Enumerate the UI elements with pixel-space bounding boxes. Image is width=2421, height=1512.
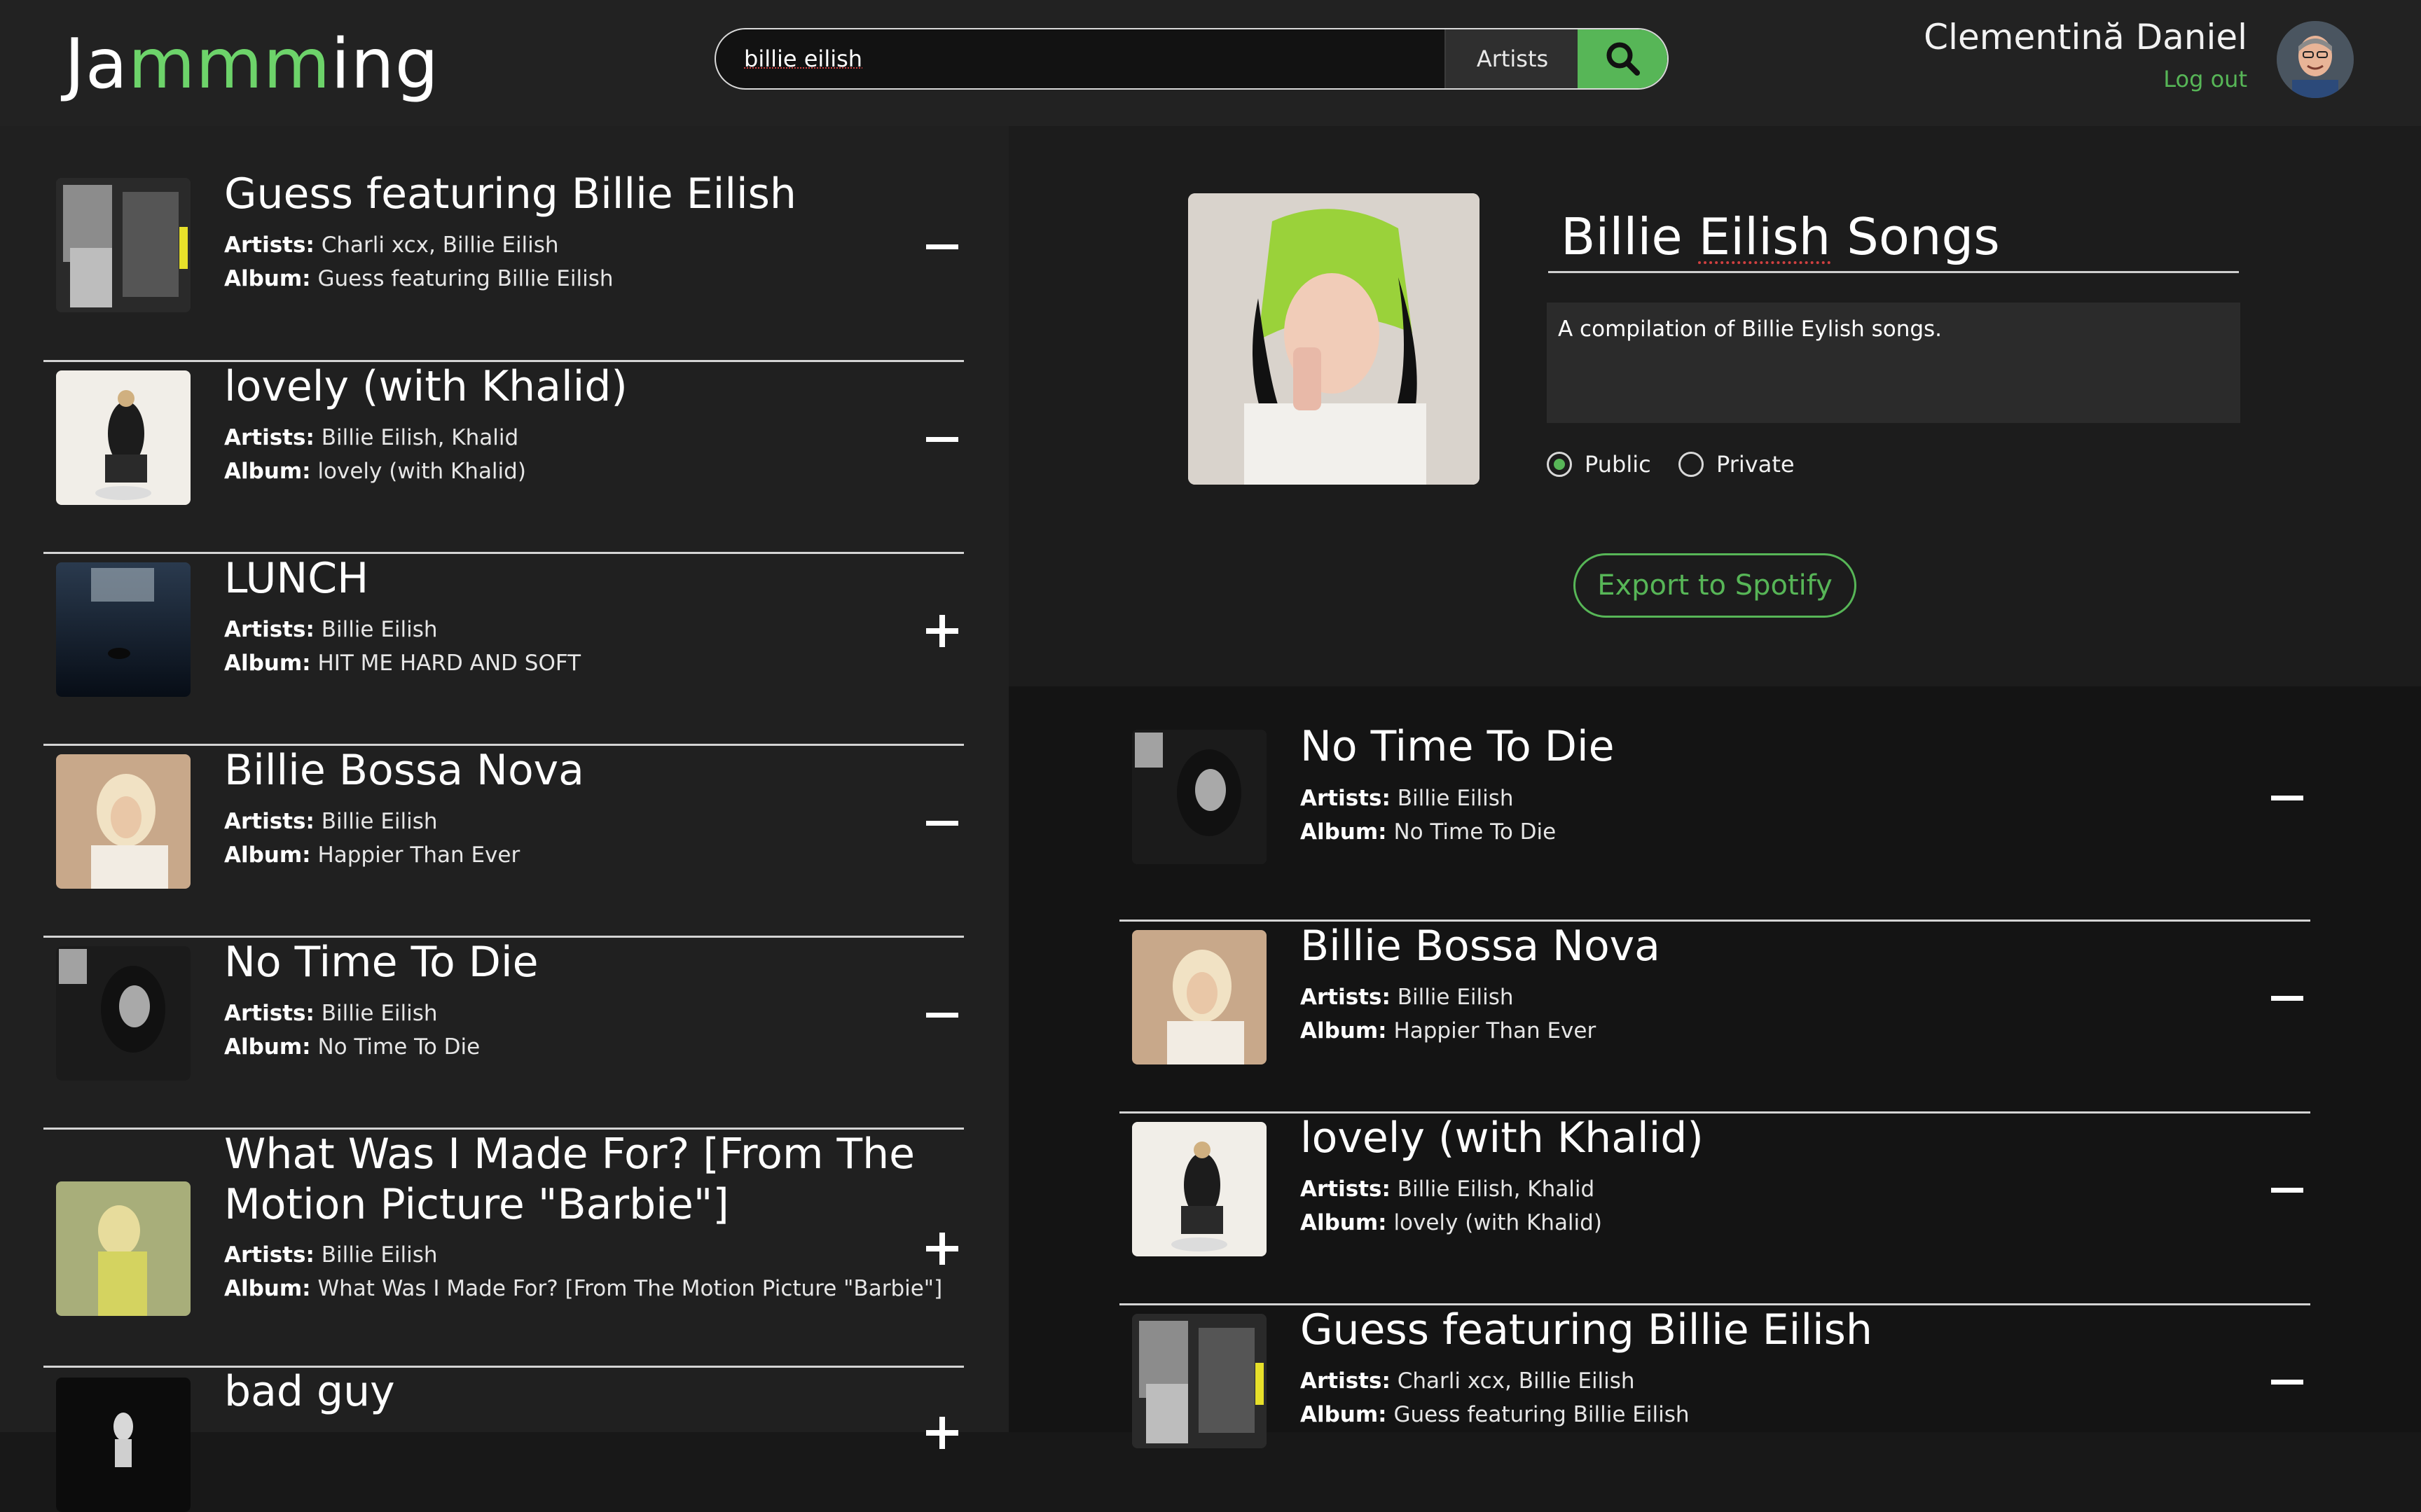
- search-icon: [1606, 42, 1640, 76]
- export-to-spotify-button[interactable]: Export to Spotify: [1573, 553, 1856, 618]
- minus-icon: [926, 244, 958, 249]
- remove-track-button[interactable]: [923, 996, 961, 1034]
- list-item: No Time To Die Artists: Billie Eilish Al…: [43, 938, 964, 1130]
- track-artists: Artists: Billie Eilish: [224, 809, 438, 834]
- remove-track-button[interactable]: [2268, 779, 2306, 817]
- track-title: bad guy: [224, 1367, 395, 1416]
- minus-icon: [2271, 1380, 2303, 1385]
- album-cover: [1132, 930, 1267, 1064]
- list-item: lovely (with Khalid) Artists: Billie Eil…: [43, 362, 964, 554]
- album-cover: [1132, 1122, 1267, 1256]
- user-photo: [2277, 21, 2354, 98]
- minus-icon: [926, 1013, 958, 1018]
- track-artists: Artists: Billie Eilish: [1300, 786, 1514, 811]
- remove-track-button[interactable]: [2268, 979, 2306, 1017]
- track-artists: Artists: Charli xcx, Billie Eilish: [1300, 1368, 1635, 1394]
- playlist-track: lovely (with Khalid) Artists: Billie Eil…: [1119, 1114, 2310, 1305]
- album-cover: [56, 562, 191, 697]
- album-cover: [1132, 730, 1267, 864]
- playlist-track: No Time To Die Artists: Billie Eilish Al…: [1119, 722, 2310, 922]
- search-type-select[interactable]: Artists: [1444, 29, 1579, 88]
- track-title: No Time To Die: [1300, 722, 1615, 771]
- track-artists: Artists: Charli xcx, Billie Eilish: [224, 233, 559, 258]
- remove-track-button[interactable]: [2268, 1363, 2306, 1401]
- album-cover: [56, 946, 191, 1081]
- minus-icon: [926, 437, 958, 442]
- minus-icon: [926, 821, 958, 826]
- search-bar: Artists: [715, 28, 1669, 90]
- radio-selected-icon[interactable]: [1547, 452, 1572, 477]
- track-album: Album: HIT ME HARD AND SOFT: [224, 651, 581, 676]
- list-item: bad guy: [43, 1367, 964, 1512]
- list-item: Billie Bossa Nova Artists: Billie Eilish…: [43, 746, 964, 938]
- track-title: Guess featuring Billie Eilish: [224, 169, 796, 219]
- track-album: Album: No Time To Die: [1300, 819, 1557, 845]
- playlist-track: Guess featuring Billie Eilish Artists: C…: [1119, 1305, 2310, 1459]
- search-results-list: Guess featuring Billie Eilish Artists: C…: [0, 126, 1009, 1512]
- list-item: Guess featuring Billie Eilish Artists: C…: [43, 169, 964, 362]
- avatar[interactable]: [2277, 21, 2354, 98]
- minus-icon: [2271, 796, 2303, 800]
- plus-icon: [926, 615, 958, 647]
- track-title: lovely (with Khalid): [1300, 1114, 1704, 1163]
- track-album: Album: No Time To Die: [224, 1034, 481, 1060]
- track-title: Guess featuring Billie Eilish: [1300, 1305, 1872, 1354]
- playlist-cover[interactable]: [1188, 193, 1480, 485]
- radio-unselected-icon[interactable]: [1678, 452, 1704, 477]
- plus-icon: [926, 1417, 958, 1449]
- track-artists: Artists: Billie Eilish: [224, 1001, 438, 1026]
- user-name: Clementină Daniel: [1924, 17, 2247, 57]
- search-button[interactable]: [1578, 29, 1667, 88]
- private-radio-option[interactable]: Private: [1678, 451, 1795, 478]
- track-title: lovely (with Khalid): [224, 362, 628, 411]
- track-artists: Artists: Billie Eilish: [224, 617, 438, 642]
- track-album: Album: Guess featuring Billie Eilish: [1300, 1402, 1690, 1427]
- track-title: Billie Bossa Nova: [224, 746, 584, 795]
- remove-track-button[interactable]: [923, 804, 961, 842]
- album-cover: [56, 370, 191, 505]
- minus-icon: [2271, 996, 2303, 1001]
- track-album: Album: Guess featuring Billie Eilish: [224, 266, 614, 291]
- search-input[interactable]: [716, 29, 1444, 88]
- track-album: Album: What Was I Made For? [From The Mo…: [224, 1276, 943, 1301]
- playlist-details: Billie Eilish Songs A compilation of Bil…: [1009, 126, 2421, 686]
- album-cover: [56, 178, 191, 312]
- album-cover: [1132, 1314, 1267, 1448]
- track-artists: Artists: Billie Eilish, Khalid: [224, 425, 519, 450]
- track-album: Album: Happier Than Ever: [1300, 1018, 1596, 1043]
- add-track-button[interactable]: [923, 1230, 961, 1268]
- track-artists: Artists: Billie Eilish, Khalid: [1300, 1177, 1595, 1202]
- plus-icon: [926, 1233, 958, 1265]
- list-item: What Was I Made For? [From The Motion Pi…: [43, 1130, 964, 1368]
- track-title: No Time To Die: [224, 938, 539, 987]
- add-track-button[interactable]: [923, 612, 961, 650]
- track-title: Billie Bossa Nova: [1300, 922, 1660, 971]
- add-track-button[interactable]: [923, 1414, 961, 1452]
- app-logo: Jammming: [64, 25, 439, 104]
- track-artists: Artists: Billie Eilish: [1300, 985, 1514, 1010]
- album-cover: [56, 1181, 191, 1316]
- track-artists: Artists: Billie Eilish: [224, 1242, 438, 1268]
- track-title-line-2: Motion Picture "Barbie"]: [224, 1180, 729, 1229]
- remove-track-button[interactable]: [923, 228, 961, 265]
- track-album: Album: lovely (with Khalid): [1300, 1210, 1602, 1235]
- app-header: Jammming Artists Clementină Daniel Log o…: [0, 0, 2421, 126]
- playlist-description-input[interactable]: A compilation of Billie Eylish songs.: [1547, 303, 2240, 423]
- track-album: Album: lovely (with Khalid): [224, 459, 526, 484]
- minus-icon: [2271, 1188, 2303, 1193]
- list-item: LUNCH Artists: Billie Eilish Album: HIT …: [43, 554, 964, 746]
- track-title-line-1: What Was I Made For? [From The: [224, 1130, 916, 1179]
- remove-track-button[interactable]: [2268, 1171, 2306, 1209]
- track-album: Album: Happier Than Ever: [224, 842, 520, 868]
- logout-link[interactable]: Log out: [2163, 66, 2247, 92]
- playlist-track: Billie Bossa Nova Artists: Billie Eilish…: [1119, 922, 2310, 1114]
- playlist-name-input[interactable]: Billie Eilish Songs: [1548, 200, 2239, 273]
- remove-track-button[interactable]: [923, 420, 961, 458]
- album-cover: [56, 1378, 191, 1512]
- public-radio-option[interactable]: Public: [1547, 451, 1651, 478]
- playlist-panel: Billie Eilish Songs A compilation of Bil…: [1009, 126, 2421, 1448]
- album-cover: [56, 754, 191, 889]
- track-title: LUNCH: [224, 554, 369, 603]
